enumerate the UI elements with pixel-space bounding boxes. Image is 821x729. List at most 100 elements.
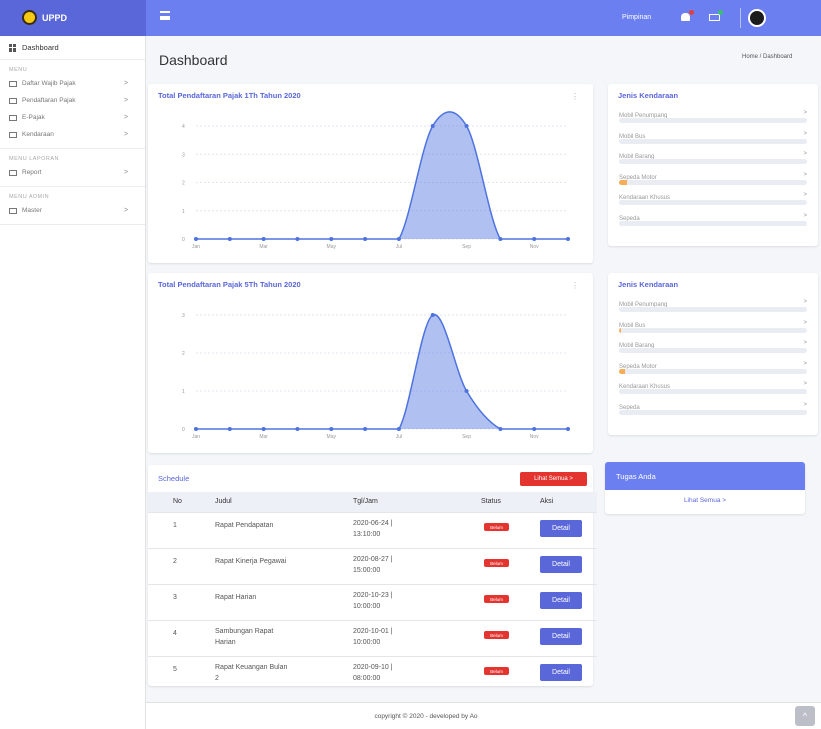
data-point[interactable]	[430, 313, 435, 317]
hamburger-menu-icon[interactable]	[160, 11, 170, 20]
data-point[interactable]	[464, 389, 469, 393]
progress-fill	[619, 368, 625, 374]
sidebar-item-label: Dashboard	[22, 43, 59, 52]
schedule-no-cell: 2	[173, 558, 177, 565]
sidebar-item-dashboard[interactable]: Dashboard	[0, 36, 145, 60]
data-point[interactable]	[498, 237, 503, 241]
user-avatar[interactable]	[748, 9, 766, 27]
vehicle-type-row[interactable]: Sepeda Motor >	[619, 172, 807, 190]
area-fill	[196, 314, 568, 429]
sidebar-item-report[interactable]: Report >	[0, 164, 145, 181]
data-point[interactable]	[363, 427, 368, 431]
progress-track	[619, 389, 807, 394]
schedule-card: Schedule Lihat Semua > No Judul Tgl/Jam …	[148, 465, 597, 686]
chevron-right-icon: >	[803, 151, 807, 157]
schedule-title: Schedule	[158, 474, 190, 483]
mail-icon[interactable]	[709, 14, 720, 21]
data-point[interactable]	[194, 237, 198, 241]
data-point[interactable]	[566, 427, 570, 431]
sidebar-brand[interactable]: UPPD	[0, 0, 146, 36]
table-icon	[9, 80, 17, 87]
table-row: 5 Rapat Keuangan Bulan 2 2020-09-10 | 08:00:…	[148, 656, 597, 690]
chevron-right-icon: >	[803, 360, 807, 367]
user-name[interactable]: Pimpinan	[622, 14, 651, 21]
table-icon	[9, 169, 17, 176]
data-point[interactable]	[396, 427, 401, 431]
data-point[interactable]	[295, 237, 300, 241]
vehicle-type-row[interactable]: Kendaraan Khusus >	[619, 381, 807, 399]
x-tick-label: Jan	[192, 434, 200, 440]
x-tick-label: May	[327, 244, 337, 250]
vehicle-type-row[interactable]: Mobil Barang >	[619, 340, 807, 358]
data-point[interactable]	[532, 237, 537, 241]
chevron-right-icon: >	[803, 381, 807, 387]
chevron-right-icon: >	[124, 97, 129, 104]
chevron-right-icon: >	[803, 401, 807, 408]
detail-button[interactable]: Detail	[540, 628, 582, 645]
scroll-to-top-button[interactable]: ^	[795, 706, 815, 726]
vehicle-type-row[interactable]: Mobil Bus >	[619, 320, 807, 338]
data-point[interactable]	[532, 427, 537, 431]
see-all-schedule-button[interactable]: Lihat Semua >	[520, 472, 587, 486]
data-point[interactable]	[295, 427, 300, 431]
x-tick-label: Jul	[396, 434, 402, 440]
vehicle-type-row[interactable]: Mobil Penumpang >	[619, 110, 807, 128]
sidebar-item-kendaraan[interactable]: Kendaraan >	[0, 126, 145, 143]
vehicle-type-row[interactable]: Sepeda >	[619, 213, 807, 231]
detail-button[interactable]: Detail	[540, 664, 582, 681]
schedule-date-cell: 2020-10-01 |	[353, 628, 393, 635]
detail-button[interactable]: Detail	[540, 520, 582, 537]
sidebar-item-label: E-Pajak	[22, 114, 45, 121]
data-point[interactable]	[396, 237, 401, 241]
sidebar-section-menu: MENU	[9, 67, 28, 73]
data-point[interactable]	[261, 237, 266, 241]
data-point[interactable]	[261, 427, 266, 431]
alerts-badge	[689, 10, 694, 15]
status-badge: Belum	[484, 523, 509, 531]
vehicle-type-row[interactable]: Sepeda >	[619, 402, 807, 420]
data-point[interactable]	[430, 124, 435, 128]
vehicle-type-row[interactable]: Sepeda Motor >	[619, 361, 807, 379]
bell-icon[interactable]	[681, 13, 690, 21]
data-point[interactable]	[464, 124, 469, 128]
x-tick-label: Nov	[530, 434, 539, 440]
x-tick-label: Jul	[396, 244, 402, 250]
data-point[interactable]	[329, 427, 334, 431]
schedule-no-cell: 4	[173, 630, 177, 637]
footer-copyright: copyright © 2020 - developed by Ao	[374, 713, 478, 720]
chevron-right-icon: >	[124, 131, 129, 138]
breadcrumb[interactable]: Home / Dashboard	[742, 54, 792, 60]
vehicle-type-row[interactable]: Kendaraan Khusus >	[619, 192, 807, 210]
column-header: No	[173, 498, 182, 505]
schedule-date-cell: 2020-10-23 |	[353, 592, 393, 599]
sidebar-item-pendaftaran-pajak[interactable]: Pendaftaran Pajak >	[0, 92, 145, 109]
vehicle-type-row[interactable]: Mobil Barang >	[619, 151, 807, 169]
see-all-tasks-link[interactable]: Lihat Semua >	[605, 497, 805, 504]
list-icon	[9, 131, 17, 138]
vehicle-type-card-2: Jenis Kendaraan Mobil Penumpang > Mobil Bu…	[608, 273, 818, 435]
y-tick-label: 4	[182, 124, 185, 130]
column-header: Aksi	[540, 498, 554, 505]
vehicle-type-row[interactable]: Mobil Bus >	[619, 131, 807, 149]
detail-button[interactable]: Detail	[540, 556, 582, 573]
data-point[interactable]	[498, 427, 503, 431]
data-point[interactable]	[329, 237, 334, 241]
status-badge: Belum	[484, 631, 509, 639]
x-tick-label: Jan	[192, 244, 200, 250]
column-header: Status	[481, 498, 501, 505]
sidebar-item-master[interactable]: Master >	[0, 202, 145, 219]
data-point[interactable]	[566, 237, 570, 241]
sidebar-item-daftar-wajib-pajak[interactable]: Daftar Wajib Pajak >	[0, 75, 145, 92]
detail-button[interactable]: Detail	[540, 592, 582, 609]
data-point[interactable]	[227, 237, 232, 241]
data-point[interactable]	[227, 427, 232, 431]
vehicle-type-card-1: Jenis Kendaraan Mobil Penumpang > Mobil Bu…	[608, 84, 818, 246]
vehicle-type-row[interactable]: Mobil Penumpang >	[619, 299, 807, 317]
tasks-card: Tugas Anda Lihat Semua >	[605, 462, 805, 514]
data-point[interactable]	[194, 427, 198, 431]
progress-track	[619, 118, 807, 123]
schedule-table-header: No Judul Tgl/Jam Status Aksi	[148, 492, 597, 512]
sidebar-item-e-pajak[interactable]: E-Pajak >	[0, 109, 145, 126]
data-point[interactable]	[363, 237, 368, 241]
schedule-title-cell-line2: Harian	[215, 639, 236, 646]
